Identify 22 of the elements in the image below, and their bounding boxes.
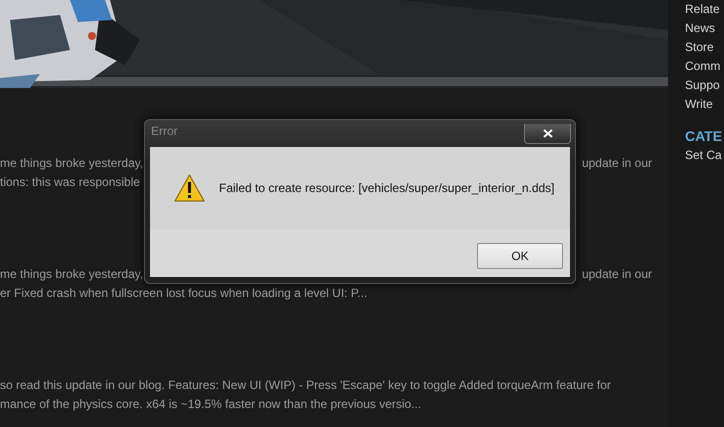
sidebar-link[interactable]: News xyxy=(685,19,716,38)
error-message: Failed to create resource: [vehicles/super/super_interior_n.dds] xyxy=(219,181,555,195)
close-button[interactable] xyxy=(524,124,571,144)
category-item[interactable]: Set Ca xyxy=(685,146,722,165)
post-excerpt: tions: this was responsible xyxy=(0,174,140,191)
post-excerpt: me things broke yesterday, xyxy=(0,155,144,172)
ok-button[interactable]: OK xyxy=(477,243,563,269)
dialog-title: Error xyxy=(151,124,178,138)
post-excerpt: update in our xyxy=(582,266,652,283)
sidebar-link[interactable]: Comm xyxy=(685,57,720,76)
warning-icon xyxy=(174,174,205,202)
post-excerpt: so read this update in our blog. Features: New UI (WIP) - Press 'Escape' key to toggle Added torqueArm feature for xyxy=(0,377,611,394)
post-excerpt: mance of the physics core. x64 is ~19.5% faster now than the previous versio... xyxy=(0,396,422,413)
post-excerpt: er Fixed crash when fullscreen lost focus when loading a level UI: P... xyxy=(0,285,368,302)
close-icon xyxy=(542,129,552,138)
category-heading: CATE xyxy=(685,128,722,144)
post-excerpt: me things broke yesterday, xyxy=(0,266,144,283)
sidebar-link[interactable]: Relate xyxy=(685,0,720,19)
sidebar-link[interactable]: Write xyxy=(685,95,713,114)
sidebar-link[interactable]: Store xyxy=(685,38,714,57)
sidebar-link[interactable]: Suppo xyxy=(685,76,720,95)
post-excerpt: update in our xyxy=(582,155,652,172)
